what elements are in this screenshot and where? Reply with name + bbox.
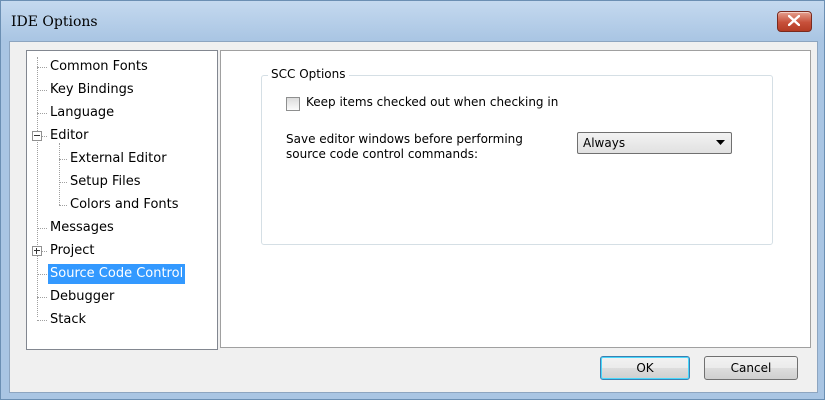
tree-connector (37, 113, 47, 114)
tree-item-debugger[interactable]: Debugger (48, 287, 116, 307)
cancel-button[interactable]: Cancel (704, 356, 798, 380)
title-bar[interactable]: IDE Options (1, 1, 824, 41)
tree-item-key-bindings[interactable]: Key Bindings (48, 80, 136, 100)
options-tree: Common Fonts Key Bindings Language Edito… (26, 50, 218, 350)
ok-button[interactable]: OK (600, 356, 690, 380)
ide-options-dialog: IDE Options Common Fonts Key Bindings La… (0, 0, 825, 400)
tree-item-source-code-control[interactable]: Source Code Control (48, 264, 186, 284)
tree-connector (59, 182, 67, 183)
chevron-down-icon (716, 140, 725, 145)
tree-connector (37, 274, 47, 275)
dialog-client-area: Common Fonts Key Bindings Language Edito… (9, 41, 818, 393)
tree-connector (37, 57, 38, 317)
tree-connector (37, 67, 47, 68)
scc-options-group-title: SCC Options (268, 67, 349, 81)
collapse-editor-icon[interactable] (32, 131, 42, 141)
tree-connector (59, 205, 67, 206)
close-icon (788, 15, 800, 26)
tree-connector (37, 297, 47, 298)
tree-item-language[interactable]: Language (48, 103, 116, 123)
close-button[interactable] (777, 11, 812, 32)
keep-checked-out-label[interactable]: Keep items checked out when checking in (306, 95, 558, 109)
tree-connector (59, 143, 60, 205)
tree-item-common-fonts[interactable]: Common Fonts (48, 57, 150, 77)
tree-connector (42, 251, 47, 252)
tree-item-external-editor[interactable]: External Editor (68, 149, 169, 169)
save-editor-label-line1: Save editor windows before performing (286, 132, 523, 146)
tree-item-project[interactable]: Project (48, 241, 96, 261)
keep-checked-out-checkbox[interactable] (286, 97, 300, 111)
window-title: IDE Options (11, 14, 98, 30)
tree-connector (37, 228, 47, 229)
tree-item-colors-and-fonts[interactable]: Colors and Fonts (68, 195, 181, 215)
save-editor-windows-value: Always (583, 136, 626, 150)
tree-item-editor[interactable]: Editor (48, 126, 90, 146)
save-editor-windows-select[interactable]: Always (577, 132, 732, 154)
tree-item-messages[interactable]: Messages (48, 218, 116, 238)
save-editor-label-line2: source code control commands: (286, 147, 479, 161)
tree-connector (59, 159, 67, 160)
scc-options-group: SCC Options Keep items checked out when … (261, 67, 773, 245)
tree-connector (37, 90, 47, 91)
tree-connector (37, 320, 47, 321)
settings-panel: SCC Options Keep items checked out when … (220, 50, 811, 348)
tree-connector (42, 136, 47, 137)
expand-project-icon[interactable] (32, 246, 42, 256)
tree-item-stack[interactable]: Stack (48, 310, 88, 330)
tree-item-setup-files[interactable]: Setup Files (68, 172, 143, 192)
